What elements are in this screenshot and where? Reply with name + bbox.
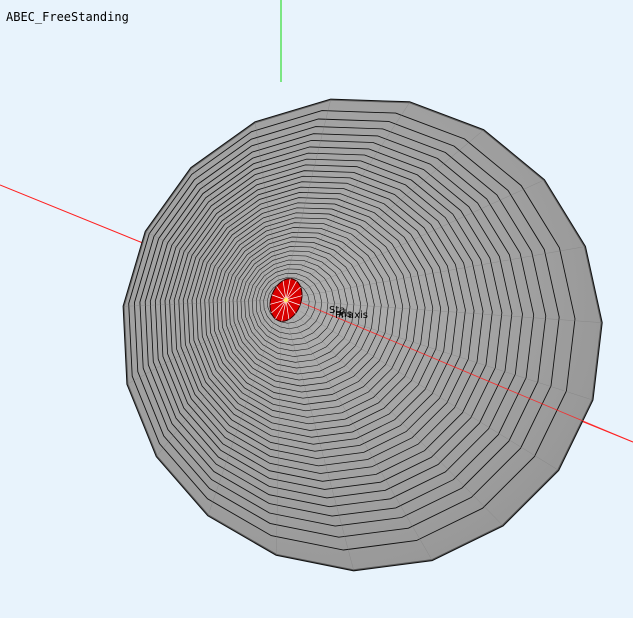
throat-center-point bbox=[283, 297, 289, 303]
horn-mesh[interactable] bbox=[122, 98, 603, 572]
3d-viewport[interactable]: Sta xis Pr-axis bbox=[0, 0, 633, 618]
model-title: ABEC_FreeStanding bbox=[6, 10, 129, 24]
axis-label-3: Pr-axis bbox=[335, 310, 368, 321]
